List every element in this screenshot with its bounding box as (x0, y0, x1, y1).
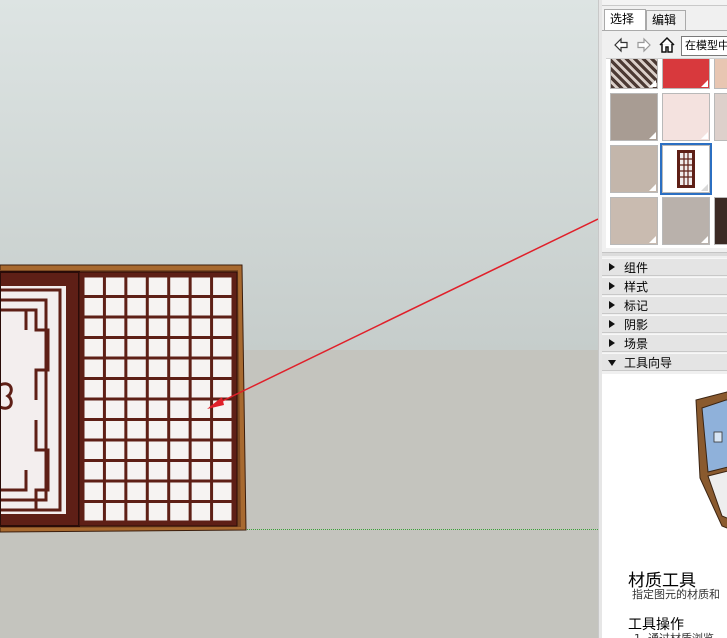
selected-swatch-highlight (660, 143, 712, 195)
tray-top-bar (602, 0, 727, 6)
collection-select[interactable]: 在模型中 (681, 36, 727, 56)
swatch-beige[interactable] (610, 197, 658, 245)
swatch-empty (714, 145, 727, 193)
panel-label: 组件 (624, 261, 649, 275)
paint-bucket-illustration (695, 391, 727, 529)
panel-styles[interactable]: 样式 (602, 277, 727, 295)
panel-instructor[interactable]: 工具向导 (602, 353, 727, 371)
panel-label: 工具向导 (624, 356, 673, 370)
collapsed-arrow-icon (609, 282, 615, 290)
tab-underline (602, 30, 727, 31)
right-lattice-sash[interactable] (78, 271, 238, 527)
expanded-arrow-icon (608, 360, 616, 366)
panel-components[interactable]: 组件 (602, 258, 727, 276)
window-model[interactable] (0, 0, 598, 638)
panel-shadows[interactable]: 阴影 (602, 315, 727, 333)
tray-separator[interactable] (602, 252, 727, 256)
modeling-viewport[interactable] (0, 0, 598, 638)
tab-select[interactable]: 选择 (604, 9, 646, 30)
annotation-arrow (207, 218, 598, 409)
forward-arrow-icon[interactable] (635, 36, 653, 54)
panel-scenes[interactable]: 场景 (602, 334, 727, 352)
panel-label: 标记 (624, 299, 649, 313)
guide-description: 指定图元的材质和 (632, 588, 720, 601)
instructor-content: 材质工具 指定图元的材质和 工具操作 1. 通过材质浏览 (602, 374, 727, 638)
swatch-taupe[interactable] (610, 93, 658, 141)
collapsed-arrow-icon (609, 301, 615, 309)
back-arrow-icon[interactable] (612, 36, 630, 54)
swatch-blush[interactable] (714, 93, 727, 141)
collapsed-arrow-icon (609, 320, 615, 328)
swatch-red[interactable] (662, 59, 710, 89)
swatch-grey-beige[interactable] (662, 197, 710, 245)
material-swatch-grid (606, 58, 727, 248)
panel-label: 阴影 (624, 318, 649, 332)
swatch-light-pink[interactable] (662, 93, 710, 141)
left-window-sash[interactable] (0, 271, 80, 527)
default-tray: 选择 编辑 在模型中 组件 样式 标记 阴影 场景 工具向导 材质工具 指定图元… (602, 0, 727, 638)
swatch-sand[interactable] (610, 145, 658, 193)
swatch-pattern[interactable] (610, 59, 658, 89)
home-icon[interactable] (658, 36, 676, 54)
collapsed-arrow-icon (609, 339, 615, 347)
tab-edit[interactable]: 编辑 (646, 10, 686, 30)
panel-label: 场景 (624, 337, 649, 351)
swatch-peach[interactable] (714, 59, 727, 89)
swatch-dark-brown[interactable] (714, 197, 727, 245)
materials-nav-bar: 在模型中 (606, 33, 727, 59)
panel-tags[interactable]: 标记 (602, 296, 727, 314)
guide-step-1: 1. 通过材质浏览 (634, 630, 714, 638)
collapsed-arrow-icon (609, 263, 615, 271)
panel-label: 样式 (624, 280, 649, 294)
